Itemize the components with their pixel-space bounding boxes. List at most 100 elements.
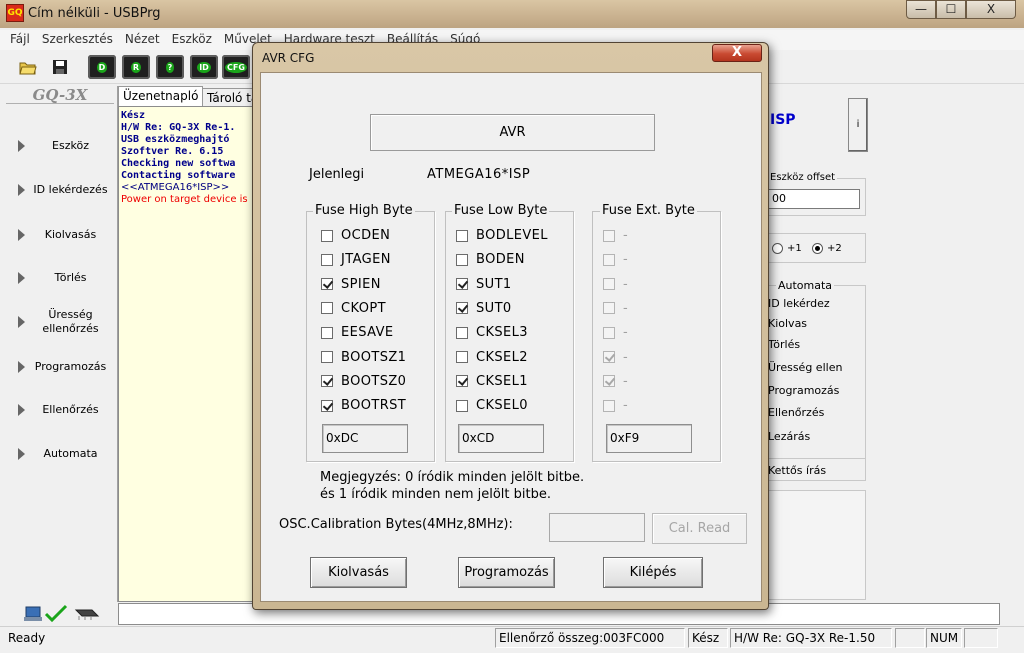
menu-edit[interactable]: Szerkesztés	[36, 30, 119, 50]
sidebar-item-device[interactable]: Eszköz	[12, 126, 116, 166]
menu-file[interactable]: Fájl	[4, 30, 36, 50]
sidebar-item-read[interactable]: Kiolvasás	[12, 215, 116, 255]
detect-chip-button[interactable]: D	[88, 55, 116, 79]
fuse-low-value[interactable]: 0xCD	[458, 424, 544, 453]
cal-read-button[interactable]: Cal. Read	[652, 513, 747, 544]
fuse-high-bit-checkbox[interactable]: BOOTRST	[321, 398, 406, 413]
dialog-title: AVR CFG	[262, 51, 315, 65]
log-line: <<ATMEGA16*ISP>>	[121, 182, 230, 193]
read-fuses-button[interactable]: Kiolvasás	[310, 557, 407, 588]
fuse-bit-label: EESAVE	[341, 325, 394, 341]
osc-calibration-label: OSC.Calibration Bytes(4MHz,8MHz):	[279, 517, 513, 532]
dialog-close-button[interactable]: X	[712, 44, 762, 62]
fuse-bit-label: BODEN	[476, 252, 525, 268]
sidebar-item-program[interactable]: Programozás	[12, 347, 116, 387]
osc-calibration-field[interactable]	[549, 513, 645, 542]
status-hw-revision: H/W Re: GQ-3X Re-1.50	[730, 628, 892, 648]
open-folder-button[interactable]	[16, 56, 40, 78]
auto-option-lock[interactable]: Lezárás	[768, 430, 810, 443]
sidebar-item-blank-check[interactable]: Üresség ellenőrzés	[12, 302, 116, 342]
checkbox-icon	[603, 302, 615, 315]
radio-plus2-label: +2	[827, 243, 842, 254]
checkbox-icon	[603, 399, 615, 412]
checkbox-checked-icon	[321, 278, 333, 291]
status-state: Kész	[688, 628, 728, 648]
sidebar-item-erase[interactable]: Törlés	[12, 258, 116, 298]
fuse-high-bit-checkbox[interactable]: SPIEN	[321, 277, 381, 292]
sidebar-item-label: Programozás	[34, 360, 107, 373]
fuse-ext-bit-checkbox: -	[603, 277, 628, 292]
fuse-low-bit-checkbox[interactable]: SUT1	[456, 277, 512, 292]
checkbox-icon	[603, 278, 615, 291]
log-line: Kész	[121, 110, 146, 121]
fuse-low-bit-checkbox[interactable]: CKSEL2	[456, 350, 528, 365]
program-fuses-button[interactable]: Programozás	[458, 557, 555, 588]
fuse-low-bit-checkbox[interactable]: CKSEL3	[456, 325, 528, 340]
auto-option-verify[interactable]: Ellenőrzés	[768, 406, 824, 419]
title-bar: GQ Cím nélküli - USBPrg	[0, 0, 1024, 28]
checkbox-checked-icon	[456, 278, 468, 291]
fuse-low-bit-checkbox[interactable]: BODLEVEL	[456, 228, 548, 243]
checkbox-checked-icon	[321, 399, 333, 412]
exit-dialog-button[interactable]: Kilépés	[603, 557, 703, 588]
maximize-button[interactable]: ☐	[936, 0, 966, 19]
auto-option-erase[interactable]: Törlés	[768, 338, 800, 351]
fuse-ext-value[interactable]: 0xF9	[606, 424, 692, 453]
blank-check-button[interactable]: ?	[156, 55, 184, 79]
fuse-bit-label: SUT1	[476, 276, 512, 292]
double-write-option[interactable]: Kettős írás	[768, 464, 826, 477]
fuse-bit-label: -	[623, 349, 629, 365]
log-line: Checking new softwa	[121, 158, 236, 169]
menu-view[interactable]: Nézet	[119, 30, 166, 50]
fuse-high-bit-checkbox[interactable]: EESAVE	[321, 325, 394, 340]
fuse-high-bit-checkbox[interactable]: CKOPT	[321, 301, 386, 316]
auto-option-program[interactable]: Programozás	[768, 384, 839, 397]
read-chip-button[interactable]: R	[122, 55, 150, 79]
fuse-low-bit-checkbox[interactable]: CKSEL0	[456, 398, 528, 413]
fuse-low-bit-checkbox[interactable]: SUT0	[456, 301, 512, 316]
fuse-high-bit-checkbox[interactable]: BOOTSZ1	[321, 350, 406, 365]
fuse-high-value[interactable]: 0xDC	[322, 424, 408, 453]
sidebar-item-verify[interactable]: Ellenőrzés	[12, 390, 116, 430]
status-ready: Ready	[8, 631, 46, 645]
fuse-bit-label: -	[623, 325, 629, 341]
checkbox-icon	[603, 229, 615, 242]
fuse-bit-label: -	[623, 398, 629, 414]
sidebar-item-id-query[interactable]: ID lekérdezés	[12, 170, 116, 210]
radio-plus1[interactable]: +1	[772, 243, 802, 254]
auto-option-id-query[interactable]: ID lekérdez	[768, 297, 830, 310]
fuse-bit-label: JTAGEN	[341, 252, 391, 268]
fuse-bit-label: -	[623, 228, 629, 243]
menu-device[interactable]: Eszköz	[166, 30, 218, 50]
message-log: Kész H/W Re: GQ-3X Re-1. USB eszközmegha…	[118, 106, 258, 602]
auto-option-read[interactable]: Kiolvas	[768, 317, 807, 330]
save-button[interactable]	[48, 56, 72, 78]
fuse-low-bit-checkbox[interactable]: BODEN	[456, 252, 525, 267]
sidebar-item-label: Kiolvasás	[44, 228, 97, 241]
checkbox-icon	[321, 302, 333, 315]
play-icon	[18, 316, 25, 328]
fuse-high-bit-checkbox[interactable]: OCDEN	[321, 228, 390, 243]
fuse-bit-label: -	[623, 300, 629, 316]
chip-id-button[interactable]: ID	[190, 55, 218, 79]
fuse-high-bit-checkbox[interactable]: BOOTSZ0	[321, 374, 406, 389]
info-button[interactable]: i	[848, 98, 868, 152]
checkbox-icon	[321, 229, 333, 242]
checkbox-checked-icon	[321, 375, 333, 388]
tab-message-log[interactable]: Üzenetnapló	[118, 86, 204, 106]
minimize-button[interactable]: —	[906, 0, 936, 19]
chip-id-icon: ID	[197, 61, 211, 73]
close-button[interactable]: X	[966, 0, 1016, 19]
programmer-logo: GQ-3X	[6, 86, 114, 104]
device-offset-field[interactable]: 00	[768, 189, 860, 209]
fuse-ext-bit-checkbox: -	[603, 350, 628, 365]
auto-option-blank-check[interactable]: Üresség ellen	[768, 361, 842, 374]
chip-config-button[interactable]: CFG	[222, 55, 250, 79]
fuse-bit-label: CKOPT	[341, 300, 386, 316]
fuse-low-bit-checkbox[interactable]: CKSEL1	[456, 374, 528, 389]
isp-mode-label: ISP	[770, 112, 796, 128]
radio-plus2[interactable]: +2	[812, 243, 842, 254]
checkbox-checked-icon	[603, 375, 615, 388]
sidebar-item-auto[interactable]: Automata	[12, 434, 116, 474]
fuse-high-bit-checkbox[interactable]: JTAGEN	[321, 252, 391, 267]
